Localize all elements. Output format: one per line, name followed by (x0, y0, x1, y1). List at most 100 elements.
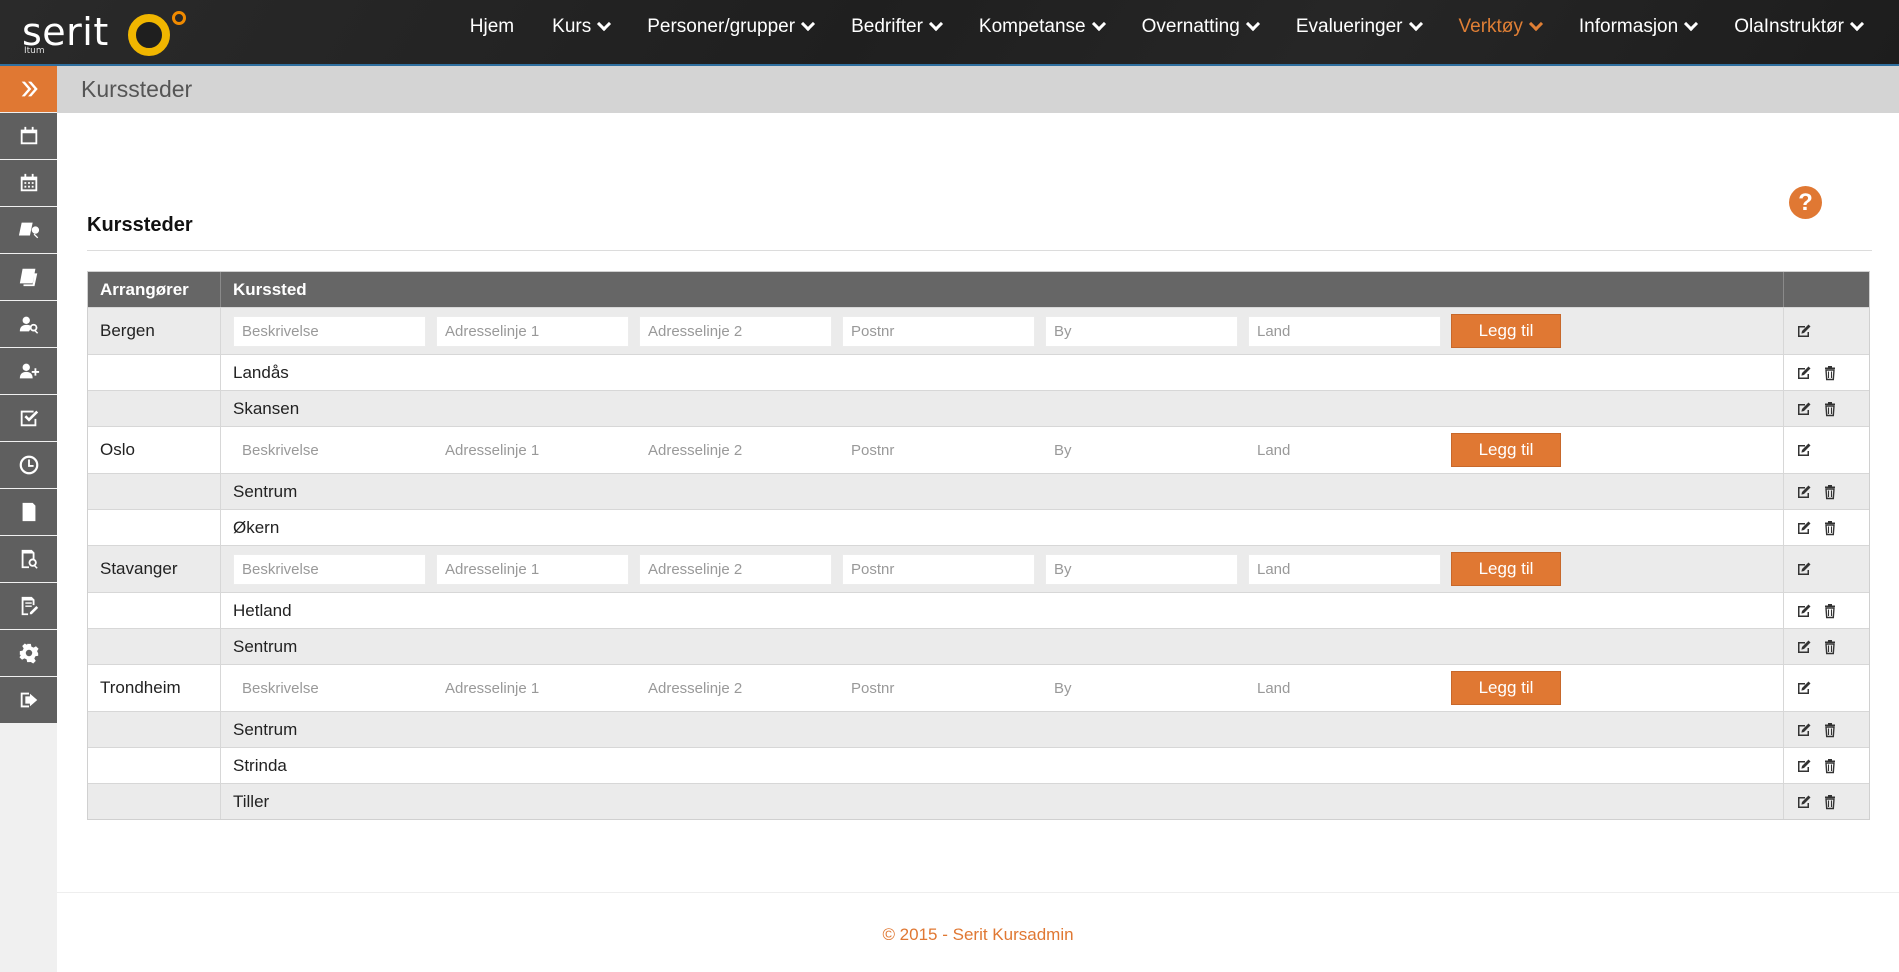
sidebar (0, 66, 57, 972)
row-actions (1784, 391, 1869, 426)
input-beskrivelse[interactable]: Beskrivelse (233, 315, 426, 347)
nav-item-kompetanse[interactable]: Kompetanse (960, 0, 1123, 54)
sidebar-button-sign-out[interactable] (0, 677, 57, 723)
logo-dot-icon (172, 11, 186, 25)
sidebar-button-person-add[interactable] (0, 348, 57, 394)
input-by[interactable]: By (1045, 553, 1238, 585)
nav-item-evalueringer[interactable]: Evalueringer (1277, 0, 1440, 54)
add-place-button[interactable]: Legg til (1451, 671, 1561, 705)
chevron-down-icon (1091, 16, 1106, 32)
nav-item-overnatting[interactable]: Overnatting (1123, 0, 1277, 54)
course-list-icon (18, 266, 40, 288)
trash-icon[interactable] (1822, 365, 1838, 381)
input-postnr[interactable]: Postnr (842, 435, 1035, 466)
page-header: Kurssteder (57, 66, 1899, 113)
input-adresse2[interactable]: Adresselinje 2 (639, 673, 832, 704)
trash-icon[interactable] (1822, 722, 1838, 738)
input-postnr[interactable]: Postnr (842, 553, 1035, 585)
chevron-down-icon (928, 16, 943, 32)
sidebar-button-calendar-grid[interactable] (0, 160, 57, 206)
input-beskrivelse[interactable]: Beskrivelse (233, 435, 426, 466)
help-icon[interactable]: ? (1789, 186, 1822, 219)
input-by[interactable]: By (1045, 315, 1238, 347)
page-header-title: Kurssteder (81, 76, 193, 102)
place-row: Sentrum (88, 473, 1869, 509)
nav-item-label: Hjem (469, 16, 515, 37)
input-beskrivelse[interactable]: Beskrivelse (233, 673, 426, 704)
edit-icon[interactable] (1796, 722, 1812, 738)
trash-icon[interactable] (1822, 520, 1838, 536)
nav-item-bedrifter[interactable]: Bedrifter (832, 0, 960, 54)
nav-item-label: Evalueringer (1295, 16, 1403, 37)
edit-icon[interactable] (1796, 680, 1812, 696)
nav-item-personer-grupper[interactable]: Personer/grupper (628, 0, 832, 54)
input-by[interactable]: By (1045, 673, 1238, 704)
add-place-button[interactable]: Legg til (1451, 314, 1561, 348)
nav-item-label: Bedrifter (851, 16, 923, 37)
edit-icon[interactable] (1796, 484, 1812, 500)
sidebar-button-course-list[interactable] (0, 254, 57, 300)
edit-icon[interactable] (1796, 520, 1812, 536)
organizer-cell-empty (88, 748, 221, 783)
input-beskrivelse[interactable]: Beskrivelse (233, 553, 426, 585)
edit-icon[interactable] (1796, 401, 1812, 417)
input-adresse2[interactable]: Adresselinje 2 (639, 435, 832, 466)
new-place-inputs: Beskrivelse Adresselinje 1 Adresselinje 2 P… (233, 433, 1561, 467)
input-adresse1[interactable]: Adresselinje 1 (436, 435, 629, 466)
trash-icon[interactable] (1822, 484, 1838, 500)
input-land[interactable]: Land (1248, 673, 1441, 704)
input-land[interactable]: Land (1248, 315, 1441, 347)
input-adresse1[interactable]: Adresselinje 1 (436, 673, 629, 704)
place-row: Landås (88, 354, 1869, 390)
trash-icon[interactable] (1822, 639, 1838, 655)
sidebar-button-course-search[interactable] (0, 207, 57, 253)
input-postnr[interactable]: Postnr (842, 673, 1035, 704)
sidebar-button-clock[interactable] (0, 442, 57, 488)
edit-icon[interactable] (1796, 323, 1812, 339)
nav-item-label: Personer/grupper (647, 16, 796, 37)
edit-icon[interactable] (1796, 365, 1812, 381)
trash-icon[interactable] (1822, 401, 1838, 417)
input-by[interactable]: By (1045, 435, 1238, 466)
serit-logo[interactable]: serit Itum (22, 8, 202, 58)
organizer-cell-empty (88, 593, 221, 628)
row-actions (1784, 748, 1869, 783)
nav-item-verktøy[interactable]: Verktøy (1440, 0, 1560, 54)
edit-icon[interactable] (1796, 603, 1812, 619)
sidebar-button-document-search[interactable] (0, 536, 57, 582)
input-land[interactable]: Land (1248, 435, 1441, 466)
sidebar-button-checkbox[interactable] (0, 395, 57, 441)
edit-icon[interactable] (1796, 442, 1812, 458)
new-place-form: Beskrivelse Adresselinje 1 Adresselinje 2 P… (221, 427, 1784, 473)
place-name: Skansen (221, 391, 1784, 426)
edit-icon[interactable] (1796, 561, 1812, 577)
organizer-cell-empty (88, 629, 221, 664)
sidebar-button-document-edit[interactable] (0, 583, 57, 629)
sidebar-button-double-chevron-right[interactable] (0, 66, 57, 112)
trash-icon[interactable] (1822, 603, 1838, 619)
sidebar-button-gear[interactable] (0, 630, 57, 676)
trash-icon[interactable] (1822, 794, 1838, 810)
nav-item-kurs[interactable]: Kurs (533, 0, 628, 54)
input-adresse2[interactable]: Adresselinje 2 (639, 553, 832, 585)
nav-item-label: Informasjon (1578, 16, 1679, 37)
input-adresse2[interactable]: Adresselinje 2 (639, 315, 832, 347)
edit-icon[interactable] (1796, 639, 1812, 655)
nav-item-informasjon[interactable]: Informasjon (1560, 0, 1715, 54)
row-actions (1784, 712, 1869, 747)
sidebar-button-person-search[interactable] (0, 301, 57, 347)
add-place-button[interactable]: Legg til (1451, 552, 1561, 586)
input-adresse1[interactable]: Adresselinje 1 (436, 553, 629, 585)
nav-item-hjem[interactable]: Hjem (451, 0, 533, 54)
trash-icon[interactable] (1822, 758, 1838, 774)
sidebar-button-document[interactable] (0, 489, 57, 535)
edit-icon[interactable] (1796, 794, 1812, 810)
double-chevron-right-icon (18, 78, 40, 100)
nav-item-olainstruktør[interactable]: OlaInstruktør (1715, 0, 1881, 54)
input-postnr[interactable]: Postnr (842, 315, 1035, 347)
input-land[interactable]: Land (1248, 553, 1441, 585)
input-adresse1[interactable]: Adresselinje 1 (436, 315, 629, 347)
add-place-button[interactable]: Legg til (1451, 433, 1561, 467)
edit-icon[interactable] (1796, 758, 1812, 774)
sidebar-button-calendar[interactable] (0, 113, 57, 159)
